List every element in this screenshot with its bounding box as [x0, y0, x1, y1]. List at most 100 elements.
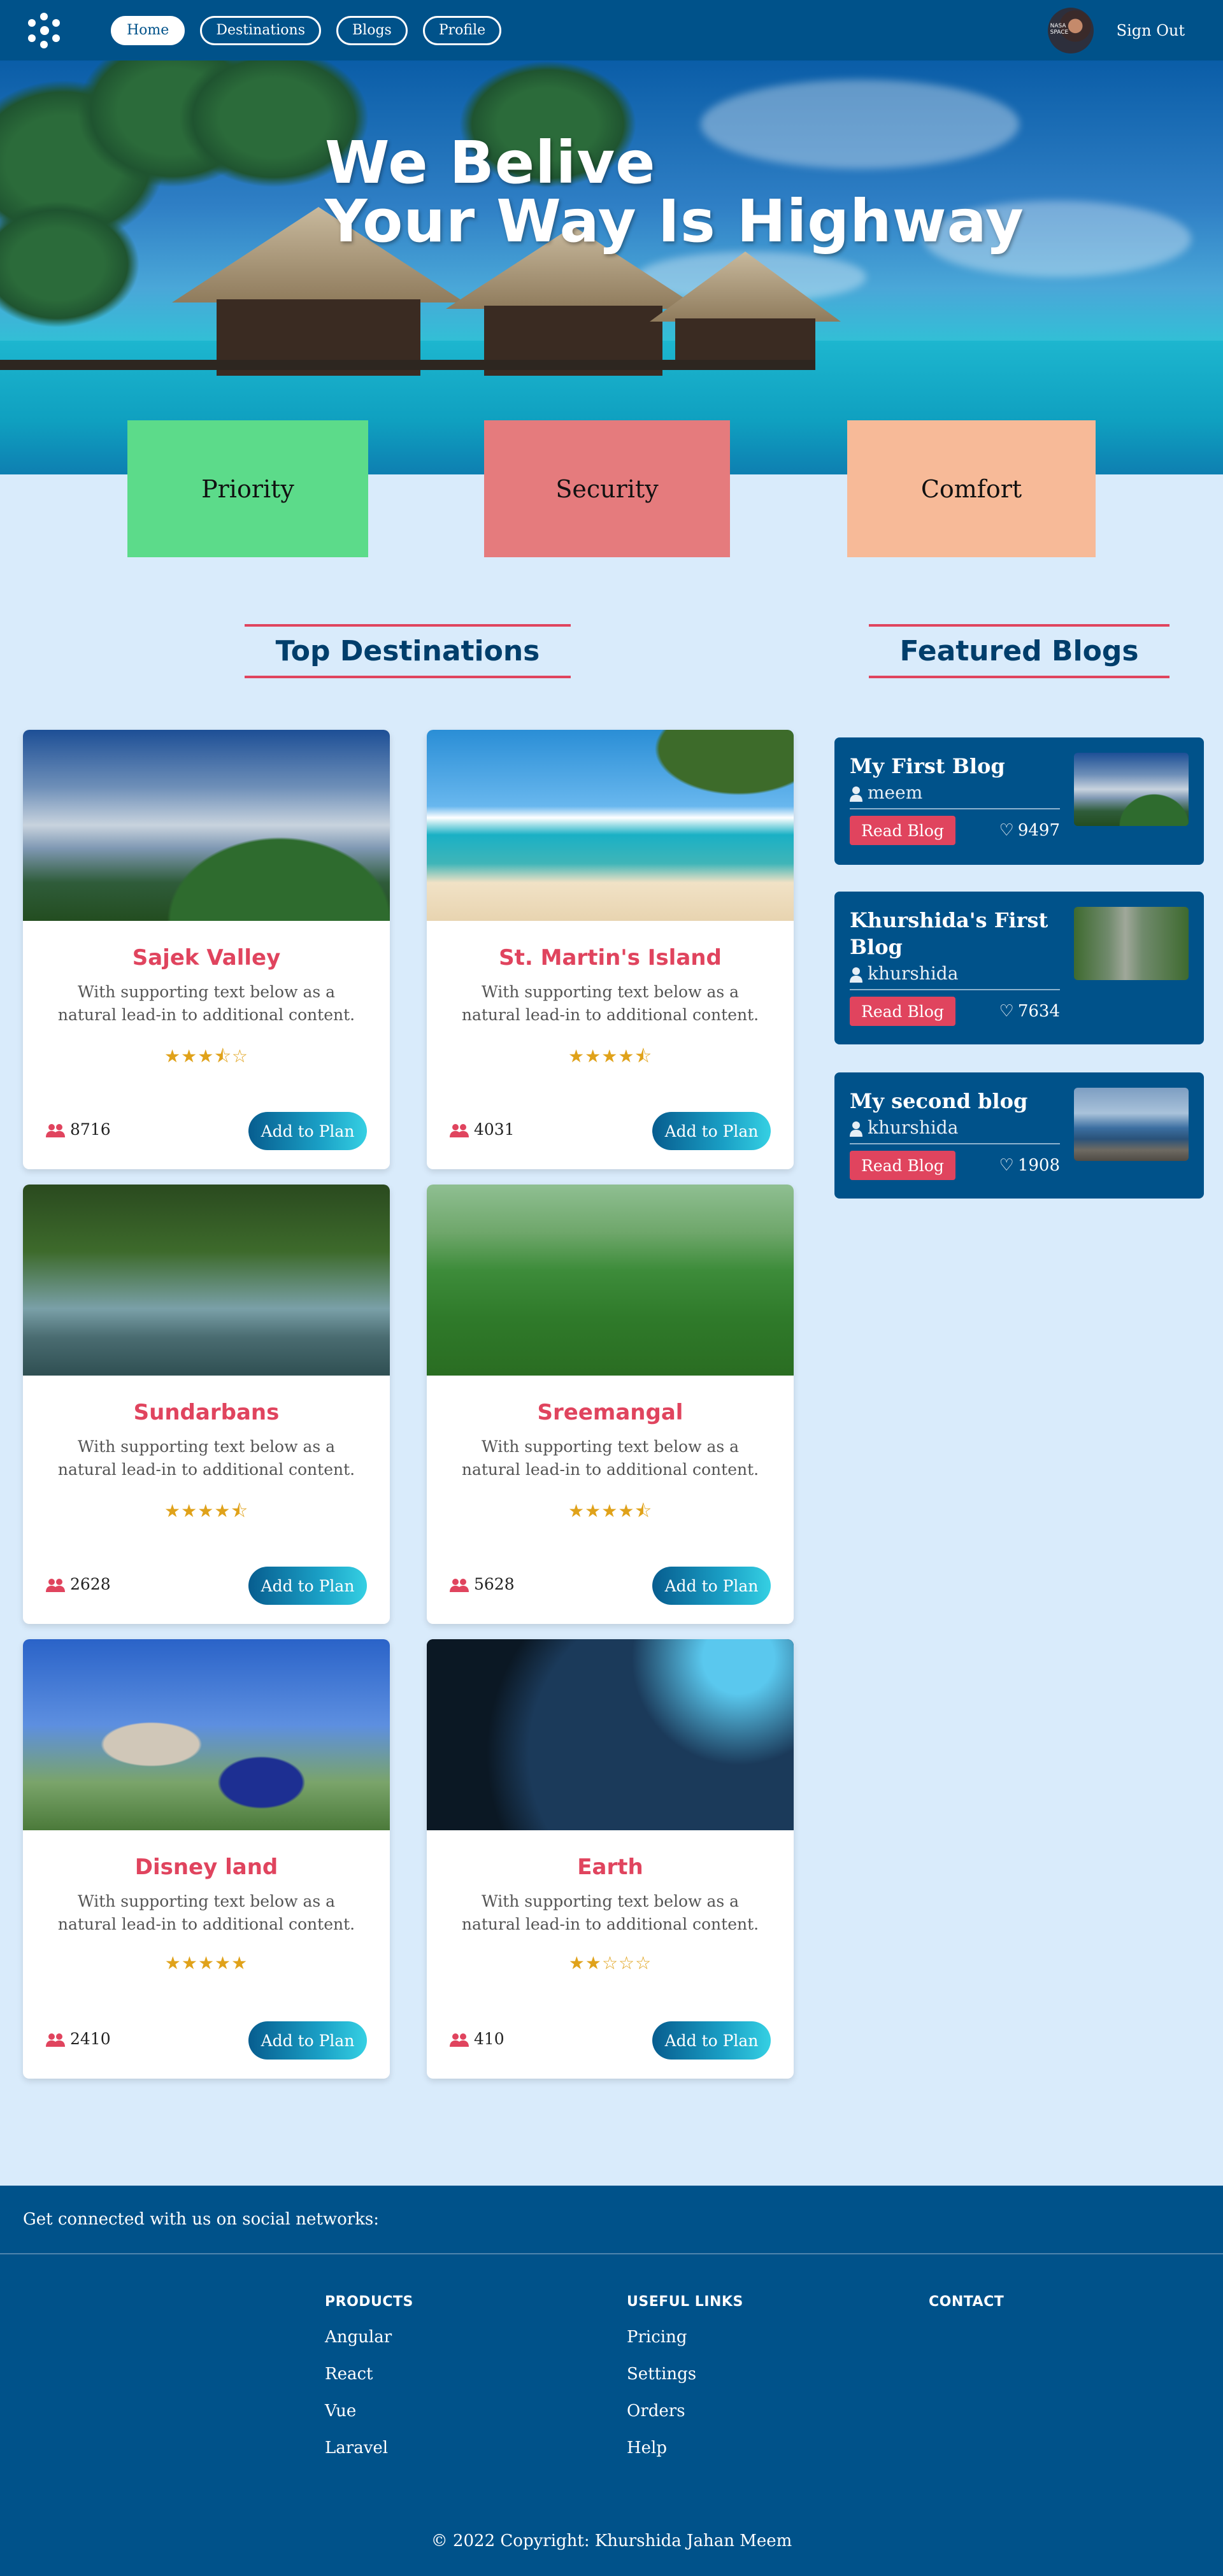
blog-title: My second blog — [850, 1089, 1028, 1113]
heart-icon[interactable]: ♡ — [999, 1156, 1014, 1175]
visitor-count-value: 2628 — [70, 1575, 111, 1593]
rating-stars: ★★☆☆☆ — [568, 1953, 652, 1974]
add-to-plan-button[interactable]: Add to Plan — [248, 1112, 367, 1150]
add-to-plan-button[interactable]: Add to Plan — [652, 1112, 771, 1150]
blog-likes-count: 9497 — [1017, 821, 1060, 840]
destination-image — [23, 730, 390, 921]
destination-card: Disney land With supporting text below a… — [23, 1639, 390, 2079]
destination-card: Earth With supporting text below as a na… — [427, 1639, 794, 2079]
user-icon — [850, 1120, 862, 1137]
add-to-plan-button[interactable]: Add to Plan — [652, 1567, 771, 1605]
visitor-count-value: 5628 — [474, 1575, 515, 1593]
blog-likes[interactable]: ♡ 1908 — [999, 1156, 1060, 1175]
destination-name: Sajek Valley — [132, 945, 281, 971]
blog-thumbnail — [1074, 907, 1189, 980]
destination-description: With supporting text below as a natural … — [461, 1892, 759, 1933]
blog-divider — [850, 1143, 1060, 1144]
blog-thumbnail — [1074, 753, 1189, 826]
avatar-text: NASA SPACE — [1050, 22, 1069, 36]
footer-link-laravel[interactable]: Laravel — [325, 2438, 413, 2458]
blog-thumbnail — [1074, 1088, 1189, 1161]
destination-name: St. Martin's Island — [499, 945, 722, 971]
footer-contact-column: CONTACT — [929, 2294, 1004, 2328]
top-destinations-title: Top Destinations — [245, 624, 571, 678]
footer-link-help[interactable]: Help — [627, 2438, 743, 2458]
footer-link-settings[interactable]: Settings — [627, 2365, 743, 2384]
blog-card: Khurshida's First Blog khurshida Read Bl… — [834, 892, 1204, 1044]
destination-description: With supporting text below as a natural … — [57, 1437, 355, 1479]
footer-link-vue[interactable]: Vue — [325, 2402, 413, 2421]
destination-card: Sajek Valley With supporting text below … — [23, 730, 390, 1169]
blog-likes[interactable]: ♡ 9497 — [999, 821, 1060, 840]
visitor-count: 5628 — [450, 1575, 515, 1593]
footer-link-angular[interactable]: Angular — [325, 2328, 413, 2347]
footer-link-pricing[interactable]: Pricing — [627, 2328, 743, 2347]
rating-stars: ★★★★⯪ — [568, 1500, 652, 1521]
hero-line-2: Your Way Is Highway — [325, 187, 1024, 255]
visitor-count-value: 4031 — [474, 1120, 515, 1139]
nav-profile-link[interactable]: Profile — [422, 15, 502, 45]
footer-products-title: PRODUCTS — [325, 2294, 413, 2310]
logo-icon[interactable] — [23, 9, 66, 52]
destination-image — [23, 1639, 390, 1830]
footer-link-react[interactable]: React — [325, 2365, 413, 2384]
hero-heading: We Belive Your Way Is Highway — [325, 134, 1024, 251]
destination-image — [427, 1639, 794, 1830]
read-blog-button[interactable]: Read Blog — [850, 997, 955, 1026]
rating-stars: ★★★★★ — [164, 1953, 248, 1974]
heart-icon[interactable]: ♡ — [999, 1002, 1014, 1021]
blog-likes-count: 1908 — [1017, 1156, 1060, 1175]
add-to-plan-button[interactable]: Add to Plan — [248, 1567, 367, 1605]
destination-description: With supporting text below as a natural … — [461, 983, 759, 1024]
sign-out-link[interactable]: Sign Out — [1117, 22, 1185, 39]
nav-right: NASA SPACE Sign Out — [1047, 7, 1200, 53]
visitor-count: 410 — [450, 2030, 504, 2048]
destination-card: Sundarbans With supporting text below as… — [23, 1185, 390, 1624]
featured-blogs-title: Featured Blogs — [869, 624, 1169, 678]
footer-links-title: USEFUL LINKS — [627, 2294, 743, 2310]
add-to-plan-button[interactable]: Add to Plan — [248, 2021, 367, 2060]
rating-stars: ★★★★⯪ — [164, 1500, 248, 1521]
footer-contact-title: CONTACT — [929, 2294, 1005, 2310]
visitor-count-value: 2410 — [70, 2030, 111, 2048]
destination-description: With supporting text below as a natural … — [57, 983, 355, 1024]
heart-icon[interactable]: ♡ — [999, 821, 1014, 840]
destination-card: St. Martin's Island With supporting text… — [427, 730, 794, 1169]
footer-copyright: © 2022 Copyright: Khurshida Jahan Meem — [431, 2531, 792, 2551]
blog-likes[interactable]: ♡ 7634 — [999, 1002, 1060, 1021]
visitor-count: 8716 — [46, 1120, 111, 1139]
users-icon — [450, 1577, 469, 1592]
hero-line-1: We Belive — [325, 129, 656, 197]
destination-name: Sreemangal — [537, 1400, 683, 1425]
users-icon — [46, 2032, 65, 2047]
footer: Get connected with us on social networks… — [0, 2186, 1223, 2576]
user-icon — [850, 966, 862, 983]
nav-blogs-link[interactable]: Blogs — [336, 15, 408, 45]
read-blog-button[interactable]: Read Blog — [850, 816, 955, 845]
navbar: Home Destinations Blogs Profile NASA SPA… — [0, 0, 1223, 60]
destination-image — [427, 1185, 794, 1376]
footer-products-column: PRODUCTS Angular React Vue Laravel — [325, 2294, 413, 2475]
nav-destinations-link[interactable]: Destinations — [200, 15, 322, 45]
feature-priority: Priority — [127, 420, 368, 557]
destination-name: Earth — [577, 1854, 643, 1880]
nav-home-link[interactable]: Home — [111, 15, 185, 45]
users-icon — [46, 1123, 65, 1137]
destination-image — [23, 1185, 390, 1376]
visitor-count-value: 8716 — [70, 1120, 111, 1139]
destination-card: Sreemangal With supporting text below as… — [427, 1185, 794, 1624]
read-blog-button[interactable]: Read Blog — [850, 1151, 955, 1180]
feature-comfort: Comfort — [847, 420, 1096, 557]
add-to-plan-button[interactable]: Add to Plan — [652, 2021, 771, 2060]
visitor-count: 2628 — [46, 1575, 111, 1593]
user-avatar[interactable]: NASA SPACE — [1047, 7, 1094, 53]
visitor-count-value: 410 — [474, 2030, 504, 2048]
visitor-count: 4031 — [450, 1120, 515, 1139]
blog-title: My First Blog — [850, 754, 1005, 778]
footer-link-orders[interactable]: Orders — [627, 2402, 743, 2421]
feature-security: Security — [484, 420, 730, 557]
hero-banner: We Belive Your Way Is Highway — [0, 60, 1223, 474]
blog-card: My First Blog meem Read Blog ♡ 9497 — [834, 737, 1204, 865]
destination-name: Disney land — [134, 1854, 278, 1880]
user-icon — [850, 785, 862, 802]
